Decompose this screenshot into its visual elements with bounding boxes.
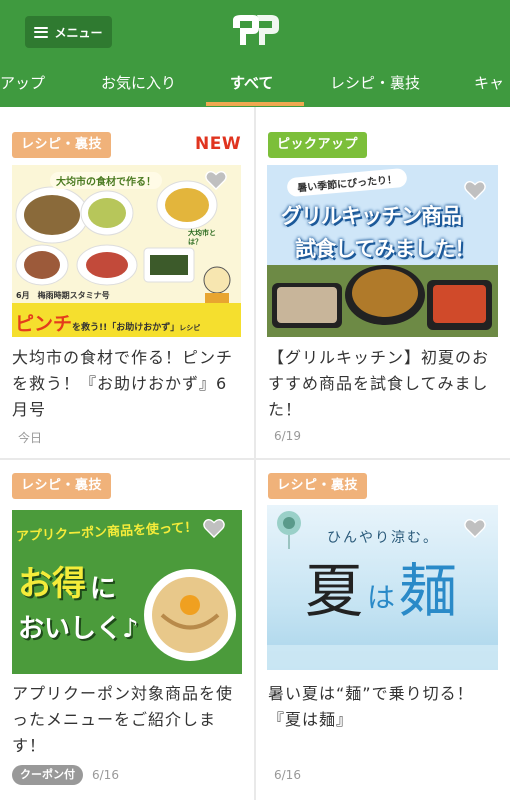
favorite-heart-icon[interactable]	[203, 518, 225, 538]
menu-label: メニュー	[54, 25, 103, 40]
logo-icon[interactable]	[229, 12, 283, 48]
category-badge: レシピ・裏技	[12, 132, 112, 158]
tab-all[interactable]: すべて	[230, 60, 273, 107]
article-title-line: す！	[12, 736, 47, 755]
article-card[interactable]: レシピ・裏技 NEW 大均市の食材で作る！ 大均市とは？ 6月 梅雨時期スタミナ…	[0, 107, 254, 458]
image-big1b: に	[90, 574, 117, 604]
tab-campaign[interactable]: キャ	[474, 60, 504, 107]
article-title: アプリクーポン対象商品を使 ったメニューをご紹介しま す！	[12, 681, 233, 759]
image-issue: 6月 梅雨時期スタミナ号	[16, 291, 110, 300]
tab-recipes[interactable]: レシピ・裏技	[330, 60, 420, 107]
image-hira: は	[367, 581, 396, 614]
menu-button[interactable]: メニュー	[25, 16, 112, 48]
article-title: 暑い夏は“麺”で乗り切る！ 『夏は麺』	[268, 681, 474, 733]
image-banner: ピンチ を救う!!「お助けおかず」 レシピ	[12, 303, 241, 337]
article-title-line: 【グリルキッチン】初夏のお	[268, 348, 490, 367]
article-title-line: ったメニューをご紹介しま	[12, 710, 217, 729]
image-line1: グリルキッチン商品	[281, 204, 462, 228]
article-title-line: すすめ商品を試食してみまし	[268, 374, 489, 393]
tab-pickup[interactable]: アップ	[0, 60, 45, 107]
active-tab-indicator	[206, 102, 304, 106]
article-card[interactable]: レシピ・裏技 ひんやり涼む。 夏 は 麺 暑い夏は“麺”で乗り切る！ 『夏は麺』…	[256, 460, 510, 800]
image-side-label: 大均市とは？	[188, 229, 216, 246]
image-banner-mid: を救う!!「お助けおかず」	[72, 323, 180, 333]
category-tabs: アップ お気に入り すべて レシピ・裏技 キャ	[0, 60, 510, 107]
article-title: 大均市の食材で作る！ピンチ を救う！『お助けおかず』6 月号	[12, 345, 233, 423]
article-thumbnail: ひんやり涼む。 夏 は 麺	[267, 505, 498, 670]
image-banner-big: ピンチ	[15, 313, 73, 335]
image-kanji2: 麺	[399, 557, 458, 625]
article-thumbnail: 暑い季節にぴったり！ グリルキッチン商品 試食してみました！	[267, 165, 498, 337]
category-badge: レシピ・裏技	[12, 473, 112, 499]
article-title-line: 大均市の食材で作る！ピンチ	[12, 348, 234, 367]
favorite-heart-icon[interactable]	[205, 170, 227, 190]
image-subtitle: ひんやり涼む。	[327, 530, 439, 546]
image-kanji1: 夏	[305, 557, 364, 625]
article-title-line: アプリクーポン対象商品を使	[12, 684, 234, 703]
image-headline: 大均市の食材で作る！	[50, 172, 162, 189]
article-date: 6/16	[92, 768, 119, 782]
article-title-line: 『夏は麺』	[268, 710, 354, 729]
article-card[interactable]: ピックアップ 暑い季節にぴったり！ グリルキッチン商品 試食してみました！ 【グ…	[256, 107, 510, 458]
favorite-heart-icon[interactable]	[464, 180, 486, 200]
image-big1: お得	[18, 564, 86, 604]
article-card[interactable]: レシピ・裏技 アプリクーポン商品を使って！ お得 に おいしく♪ アプリクーポン…	[0, 460, 254, 800]
coupon-badge: クーポン付	[12, 765, 83, 785]
article-title-line: を救う！『お助けおかず』6	[12, 374, 228, 393]
new-label: NEW	[195, 134, 242, 154]
tab-favorites[interactable]: お気に入り	[101, 60, 176, 107]
article-thumbnail: 大均市の食材で作る！ 大均市とは？ 6月 梅雨時期スタミナ号 ピンチ を救う!!…	[12, 165, 241, 337]
article-date: 6/19	[274, 429, 301, 443]
article-title-line: た！	[268, 400, 303, 419]
image-title: 夏 は 麺	[305, 560, 457, 622]
image-banner-small: レシピ	[179, 324, 201, 332]
menu-icon	[34, 26, 49, 38]
image-big2: おいしく♪	[18, 614, 139, 644]
app-header: メニュー	[0, 0, 510, 60]
category-badge: レシピ・裏技	[268, 473, 368, 499]
article-title-line: 月号	[12, 400, 47, 419]
category-badge: ピックアップ	[268, 132, 368, 158]
article-thumbnail: アプリクーポン商品を使って！ お得 に おいしく♪	[12, 510, 242, 674]
image-line2: 試食してみました！	[295, 237, 475, 261]
article-date: 6/16	[274, 768, 301, 782]
article-title-line: 暑い夏は“麺”で乗り切る！	[268, 684, 474, 703]
article-title: 【グリルキッチン】初夏のお すすめ商品を試食してみまし た！	[268, 345, 489, 423]
favorite-heart-icon[interactable]	[464, 518, 486, 538]
article-date: 今日	[18, 431, 43, 445]
